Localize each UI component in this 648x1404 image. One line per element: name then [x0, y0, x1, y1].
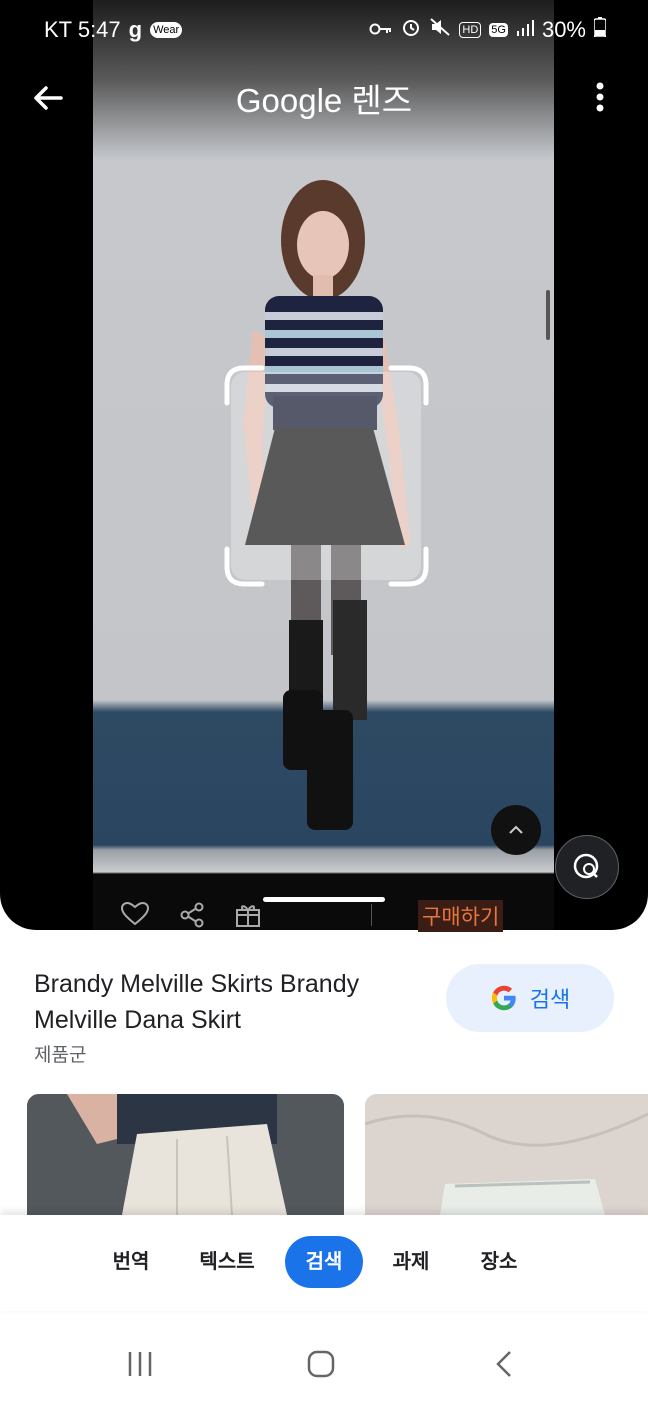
lens-search-button[interactable]: [555, 835, 619, 899]
lens-search-icon: [573, 853, 599, 879]
tab-translate[interactable]: 번역: [96, 1236, 166, 1288]
page-title: Google 렌즈: [235, 82, 413, 119]
hd-icon: HD: [459, 22, 482, 38]
more-vert-icon: [596, 82, 604, 112]
tab-homework[interactable]: 과제: [380, 1236, 442, 1288]
search-label: 검색: [529, 987, 571, 1012]
signal-icon: [516, 17, 534, 43]
battery-percent: 30%: [541, 17, 586, 42]
system-nav-bar: [0, 1320, 648, 1404]
tab-text[interactable]: 텍스트: [190, 1236, 264, 1288]
tab-places[interactable]: 장소: [468, 1236, 530, 1288]
result-thumbnail[interactable]: [365, 1094, 648, 1215]
divider: [371, 904, 372, 926]
google-g-icon: [491, 985, 516, 1011]
result-subtitle: 제품군: [34, 1045, 87, 1066]
scroll-handle[interactable]: [546, 290, 550, 340]
back-nav-icon[interactable]: [492, 1350, 516, 1378]
buy-button[interactable]: 구매하기: [418, 900, 504, 932]
g-app-icon: g: [128, 17, 143, 42]
tab-search[interactable]: 검색: [285, 1236, 363, 1288]
google-search-button[interactable]: 검색: [446, 964, 614, 1032]
wear-icon: Wear: [150, 22, 183, 38]
heart-icon[interactable]: [121, 902, 149, 926]
more-options-button[interactable]: [584, 80, 616, 116]
crop-selection-frame[interactable]: [224, 365, 429, 587]
share-icon[interactable]: [179, 902, 205, 928]
key-icon: [369, 17, 393, 43]
status-bar: KT 5:47 g Wear HD 5G 30%: [0, 0, 648, 60]
5g-icon: 5G: [489, 23, 508, 37]
drag-handle[interactable]: [263, 897, 385, 902]
chevron-up-icon: [509, 825, 523, 834]
mute-icon: [429, 17, 451, 43]
carrier-time: KT 5:47: [44, 17, 121, 42]
alarm-icon: [401, 17, 421, 43]
result-title[interactable]: Brandy Melville Skirts Brandy Melville D…: [34, 966, 434, 1038]
expand-button[interactable]: [491, 805, 541, 855]
battery-icon: [593, 17, 607, 43]
gift-icon[interactable]: [235, 902, 261, 928]
home-icon[interactable]: [307, 1350, 335, 1378]
result-thumbnail[interactable]: [27, 1094, 344, 1215]
recent-apps-icon[interactable]: [126, 1350, 154, 1378]
